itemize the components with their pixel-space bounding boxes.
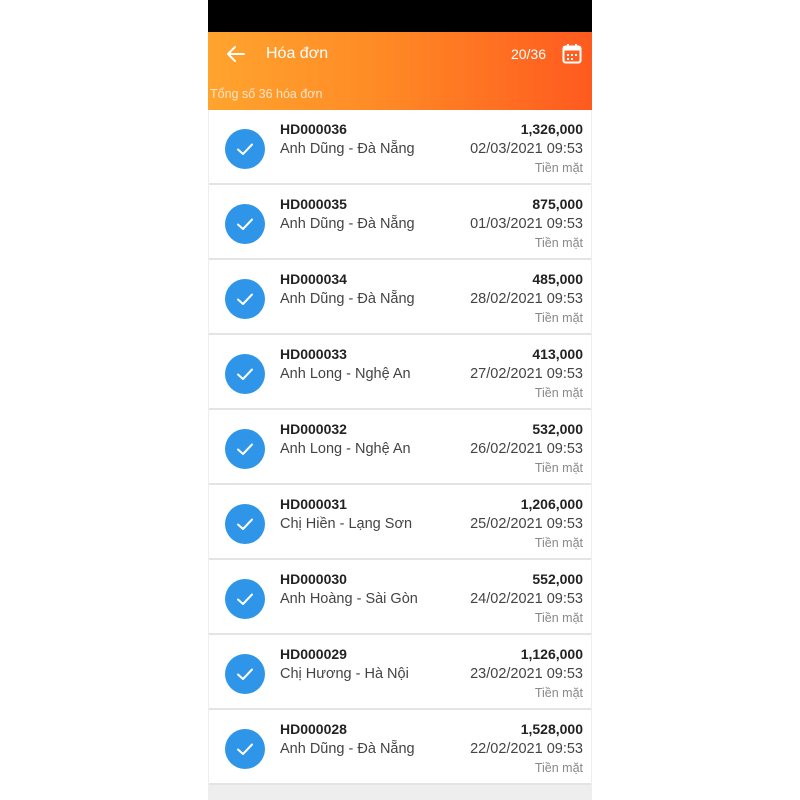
invoice-card[interactable]: HD000032 Anh Long - Nghệ An 532,000 26/0… — [209, 410, 591, 485]
invoice-datetime: 25/02/2021 09:53 — [470, 516, 583, 532]
check-icon — [237, 743, 253, 755]
invoice-datetime: 02/03/2021 09:53 — [470, 141, 583, 157]
payment-method: Tiền mặt — [534, 611, 583, 625]
invoice-amount: 413,000 — [532, 346, 583, 362]
customer-name: Anh Long - Nghệ An — [280, 441, 411, 457]
invoice-code: HD000033 — [280, 346, 347, 362]
invoice-datetime: 27/02/2021 09:53 — [470, 366, 583, 382]
check-circle[interactable] — [225, 579, 265, 619]
payment-method: Tiền mặt — [534, 761, 583, 775]
invoice-card[interactable]: HD000029 Chị Hương - Hà Nội 1,126,000 23… — [209, 635, 591, 710]
check-icon — [237, 293, 253, 305]
invoice-code: HD000034 — [280, 271, 347, 287]
payment-method: Tiền mặt — [534, 536, 583, 550]
invoice-card[interactable]: HD000034 Anh Dũng - Đà Nẵng 485,000 28/0… — [209, 260, 591, 335]
invoice-card[interactable]: HD000036 Anh Dũng - Đà Nẵng 1,326,000 02… — [209, 110, 591, 185]
customer-name: Anh Dũng - Đà Nẵng — [280, 141, 415, 157]
invoice-datetime: 23/02/2021 09:53 — [470, 666, 583, 682]
check-circle[interactable] — [225, 504, 265, 544]
invoice-amount: 532,000 — [532, 421, 583, 437]
invoice-code: HD000030 — [280, 571, 347, 587]
check-icon — [237, 368, 253, 380]
calendar-icon[interactable] — [562, 43, 582, 65]
check-icon — [237, 518, 253, 530]
invoice-card[interactable]: HD000030 Anh Hoàng - Sài Gòn 552,000 24/… — [209, 560, 591, 635]
payment-method: Tiền mặt — [534, 386, 583, 400]
payment-method: Tiền mặt — [534, 461, 583, 475]
customer-name: Anh Long - Nghệ An — [280, 366, 411, 382]
payment-method: Tiền mặt — [534, 311, 583, 325]
customer-name: Chị Hương - Hà Nội — [280, 666, 409, 682]
check-icon — [237, 443, 253, 455]
invoice-datetime: 28/02/2021 09:53 — [470, 291, 583, 307]
invoice-amount: 1,326,000 — [520, 121, 583, 137]
check-icon — [237, 593, 253, 605]
customer-name: Chị Hiền - Lạng Sơn — [280, 516, 413, 532]
check-circle[interactable] — [225, 654, 265, 694]
check-circle[interactable] — [225, 729, 265, 769]
payment-method: Tiền mặt — [534, 161, 583, 175]
check-icon — [237, 218, 253, 230]
check-icon — [237, 143, 253, 155]
check-circle[interactable] — [225, 129, 265, 169]
invoice-amount: 1,126,000 — [520, 646, 583, 662]
check-icon — [237, 668, 253, 680]
check-circle[interactable] — [225, 279, 265, 319]
back-arrow-icon[interactable] — [224, 42, 248, 66]
customer-name: Anh Dũng - Đà Nẵng — [280, 741, 415, 757]
customer-name: Anh Dũng - Đà Nẵng — [280, 216, 415, 232]
check-circle[interactable] — [225, 354, 265, 394]
invoice-code: HD000029 — [280, 646, 347, 662]
invoice-code: HD000028 — [280, 721, 347, 737]
check-circle[interactable] — [225, 429, 265, 469]
payment-method: Tiền mặt — [534, 686, 583, 700]
invoice-amount: 875,000 — [532, 196, 583, 212]
invoice-datetime: 26/02/2021 09:53 — [470, 441, 583, 457]
invoice-total-summary: Tổng số 36 hóa đơn — [210, 87, 323, 101]
invoice-card[interactable]: HD000031 Chị Hiền - Lạng Sơn 1,206,000 2… — [209, 485, 591, 560]
page-title: Hóa đơn — [266, 45, 329, 62]
check-circle[interactable] — [225, 204, 265, 244]
invoice-card[interactable]: HD000028 Anh Dũng - Đà Nẵng 1,528,000 22… — [209, 710, 591, 785]
invoice-code: HD000036 — [280, 121, 347, 137]
invoice-datetime: 01/03/2021 09:53 — [470, 216, 583, 232]
invoice-amount: 1,528,000 — [520, 721, 583, 737]
payment-method: Tiền mặt — [534, 236, 583, 250]
customer-name: Anh Hoàng - Sài Gòn — [280, 591, 418, 607]
invoice-datetime: 24/02/2021 09:53 — [470, 591, 583, 607]
invoice-datetime: 22/02/2021 09:53 — [470, 741, 583, 757]
invoice-card[interactable]: HD000033 Anh Long - Nghệ An 413,000 27/0… — [209, 335, 591, 410]
app-header: Hóa đơn 20/36 Tổng số 36 hóa đơn — [208, 32, 592, 110]
status-bar — [208, 0, 592, 32]
invoice-code: HD000031 — [280, 496, 347, 512]
invoice-code: HD000035 — [280, 196, 347, 212]
invoice-card[interactable]: HD000035 Anh Dũng - Đà Nẵng 875,000 01/0… — [209, 185, 591, 260]
invoice-amount: 485,000 — [532, 271, 583, 287]
invoice-amount: 1,206,000 — [520, 496, 583, 512]
phone-screen: Hóa đơn 20/36 Tổng số 36 hóa đơn HD00003 — [208, 0, 592, 800]
invoice-code: HD000032 — [280, 421, 347, 437]
invoice-counter: 20/36 — [510, 46, 546, 62]
invoice-amount: 552,000 — [532, 571, 583, 587]
customer-name: Anh Dũng - Đà Nẵng — [280, 291, 415, 307]
invoice-list: HD000036 Anh Dũng - Đà Nẵng 1,326,000 02… — [208, 110, 592, 785]
